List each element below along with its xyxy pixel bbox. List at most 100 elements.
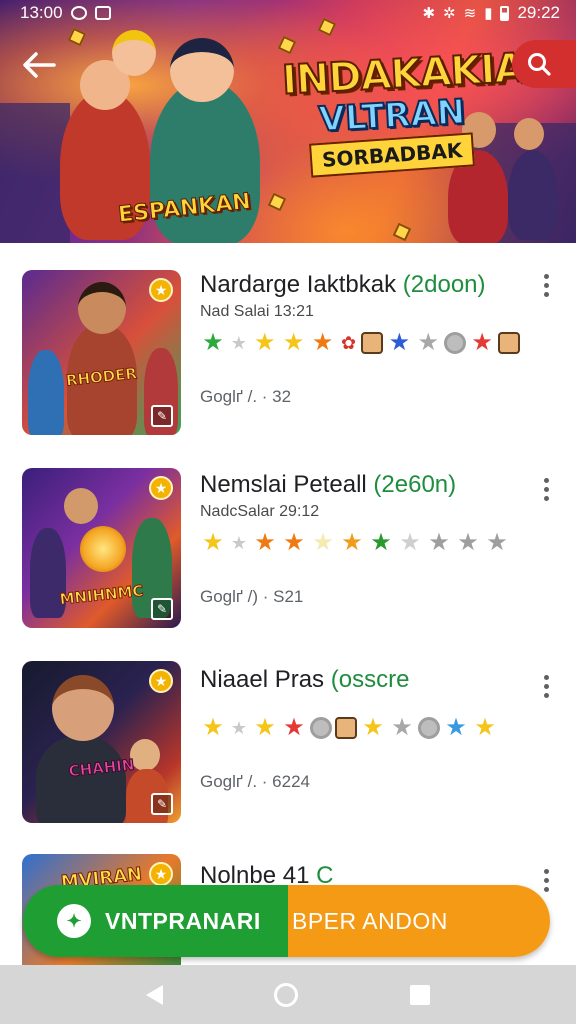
star-gray-icon: ★ <box>457 529 479 556</box>
status-bar: 13:00 ✱ ✲ ≋ ▮ 29:22 <box>0 0 576 26</box>
item-meta: Goglґ /) · S21 <box>200 587 304 606</box>
star-gray-icon: ★ <box>230 718 248 738</box>
more-options-icon[interactable] <box>532 265 560 305</box>
item-info: Nemslai Peteall (2e60n) NadcSalar 29:12 … <box>200 471 520 607</box>
thumb-orb <box>80 526 126 572</box>
nav-back-icon[interactable] <box>145 984 163 1005</box>
star-gray-icon: ★ <box>391 714 413 741</box>
star-gray-icon: ★ <box>230 533 248 553</box>
banner-logo-line3: SORBADBAK <box>308 132 476 178</box>
item-title[interactable]: Nemslai Peteall (2e60n) <box>200 471 520 499</box>
star-yellow-icon: ★ <box>254 329 276 356</box>
app-thumbnail[interactable]: RHODER ★ ✎ <box>22 270 181 435</box>
star-red-icon: ★ <box>471 329 493 356</box>
item-title-text: Nemslai Peteall <box>200 471 367 498</box>
edit-icon[interactable]: ✎ <box>151 405 173 427</box>
star-gray-icon: ★ <box>428 529 450 556</box>
back-button[interactable] <box>18 44 60 86</box>
status-right: ✱ ✲ ≋ ▮ 29:22 <box>422 3 560 23</box>
star-blue-icon: ★ <box>388 329 411 356</box>
nav-home-icon[interactable] <box>274 982 299 1007</box>
star-badge-icon: ★ <box>149 669 173 693</box>
app-thumbnail[interactable]: MNIHNMC ★ ✎ <box>22 468 181 628</box>
gear-icon <box>310 717 332 739</box>
search-button[interactable] <box>512 40 576 88</box>
star-orange-icon: ★ <box>311 329 334 356</box>
gear-icon <box>444 332 467 354</box>
banner-title-logo: INDAKAKIA VLTRAN SORBADBAK <box>280 44 526 178</box>
list-item[interactable]: CHAHIN ★ ✎ Niaael Pras (osscre ★ ★ ★ ★ ★… <box>0 648 576 848</box>
star-badge-icon: ★ <box>149 476 173 500</box>
cta-left-segment[interactable]: ✦ VNTPRANARI <box>23 885 288 957</box>
status-left: 13:00 <box>20 3 111 23</box>
edit-icon[interactable]: ✎ <box>151 598 173 620</box>
bluetooth-icon: ✱ <box>422 4 436 22</box>
app-thumbnail[interactable]: CHAHIN ★ ✎ <box>22 661 181 823</box>
star-orange-icon: ★ <box>341 529 363 556</box>
star-yellow-icon: ★ <box>362 714 384 741</box>
star-light-icon: ★ <box>312 529 334 556</box>
item-meta: Goglґ /. · 32 <box>200 387 292 406</box>
signal-icon: ▮ <box>484 4 493 22</box>
more-options-icon[interactable] <box>532 666 560 706</box>
star-badge-icon: ★ <box>149 278 173 302</box>
star-green-icon: ★ <box>370 529 392 556</box>
banner-shard <box>67 27 87 47</box>
rating-icons: ★ ★ ★ ★ ★ ★ ★ ★ ★ ★ ★ <box>200 529 520 557</box>
flower-icon: ✿ <box>340 333 357 353</box>
rating-icons: ★ ★ ★ ★ ★ ★ ★ ★ <box>200 714 520 742</box>
star-gray-icon: ★ <box>399 529 421 556</box>
item-tag: (2e60n) <box>373 471 457 498</box>
app-screen: ESPANKAN INDAKAKIA VLTRAN SORBADBAK 13:0… <box>0 0 576 1024</box>
item-meta: Goglґ /. · 6224 <box>200 772 310 791</box>
edit-icon[interactable]: ✎ <box>151 793 173 815</box>
star-green-icon: ★ <box>202 329 224 356</box>
star-yellow-icon: ★ <box>202 714 224 741</box>
banner-heroine-head <box>170 38 234 102</box>
banner-shard <box>267 192 287 212</box>
thumb-head <box>64 488 98 524</box>
hero-banner[interactable]: ESPANKAN INDAKAKIA VLTRAN SORBADBAK <box>0 0 576 243</box>
item-subtitle: Nad Salai 13:21 <box>200 303 314 320</box>
rating-icons: ★ ★ ★ ★ ★ ✿ ★ ★ ★ <box>200 329 520 357</box>
cta-right-label: BPER ANDON <box>292 907 448 934</box>
arrow-left-icon <box>23 52 56 78</box>
star-yellow-icon: ★ <box>282 329 305 356</box>
item-title-text: Nardarge Iaktbkak <box>200 271 397 298</box>
item-title-text: Niaael Pras <box>200 666 325 693</box>
item-info: Niaael Pras (osscre ★ ★ ★ ★ ★ ★ ★ ★ Gogl… <box>200 666 520 792</box>
wifi-icon: ≋ <box>463 4 477 22</box>
battery-icon <box>500 5 510 21</box>
search-icon <box>528 53 551 76</box>
item-tag: (2doon) <box>402 271 486 298</box>
star-yellow-icon: ★ <box>254 714 276 741</box>
star-yellow-icon: ★ <box>474 714 496 741</box>
mail-icon <box>94 6 111 20</box>
star-blue-icon: ★ <box>445 714 467 741</box>
star-gray-icon: ★ <box>417 329 440 356</box>
face-icon <box>361 332 384 354</box>
cta-left-label: VNTPRANARI <box>105 907 261 934</box>
star-orange-icon: ★ <box>254 529 276 556</box>
sync-icon <box>70 6 87 20</box>
nav-recents-icon[interactable] <box>410 984 431 1005</box>
more-options-icon[interactable] <box>532 469 560 509</box>
item-subtitle: NadcSalar 29:12 <box>200 503 320 520</box>
item-title[interactable]: Niaael Pras (osscre <box>200 666 520 694</box>
item-title[interactable]: Nardarge Iaktbkak (2doon) <box>200 271 520 299</box>
list-item[interactable]: RHODER ★ ✎ Nardarge Iaktbkak (2doon) Nad… <box>0 243 576 453</box>
cta-app-icon: ✦ <box>57 904 91 938</box>
system-nav-bar <box>0 965 576 1024</box>
star-badge-icon: ★ <box>149 862 173 886</box>
thumb-head <box>52 675 114 741</box>
star-gray-icon: ★ <box>486 529 508 556</box>
status-clock: 29:22 <box>517 3 560 22</box>
face-icon <box>498 332 520 354</box>
star-gray-icon: ★ <box>230 333 247 353</box>
vibrate-icon: ✲ <box>443 4 456 22</box>
cta-right-segment[interactable]: BPER ANDON <box>288 885 550 957</box>
install-cta-button[interactable]: ✦ VNTPRANARI BPER ANDON <box>23 885 550 957</box>
banner-fighter2 <box>508 150 558 240</box>
status-time: 13:00 <box>20 3 63 22</box>
list-item[interactable]: MNIHNMC ★ ✎ Nemslai Peteall (2e60n) Nadc… <box>0 453 576 648</box>
